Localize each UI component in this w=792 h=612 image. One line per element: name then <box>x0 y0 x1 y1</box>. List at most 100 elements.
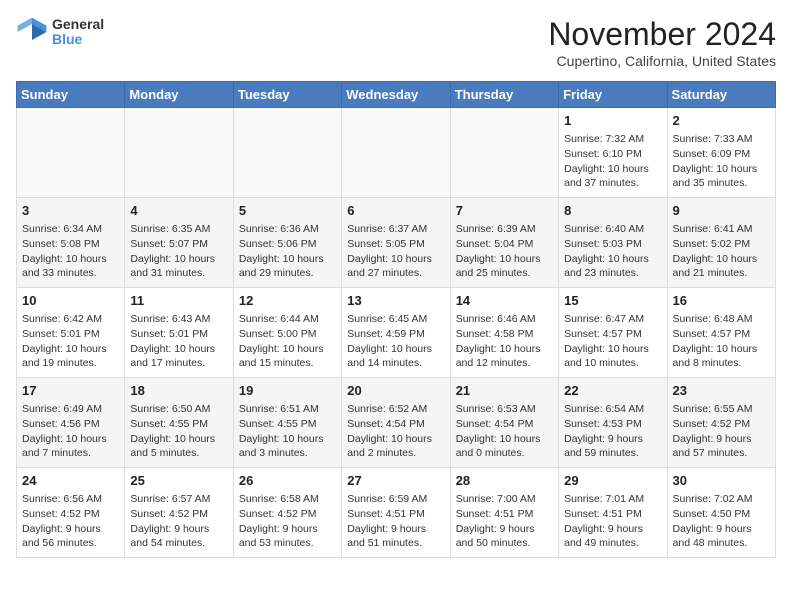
day-number: 16 <box>673 292 770 310</box>
calendar-cell: 12 Sunrise: 6:44 AM Sunset: 5:00 PM Dayli… <box>233 288 341 378</box>
day-number: 17 <box>22 382 119 400</box>
day-info: Sunrise: 6:47 AM Sunset: 4:57 PM Dayligh… <box>564 312 661 371</box>
day-number: 12 <box>239 292 336 310</box>
day-number: 4 <box>130 202 227 220</box>
title-block: November 2024 Cupertino, California, Uni… <box>548 16 776 69</box>
day-info: Sunrise: 6:37 AM Sunset: 5:05 PM Dayligh… <box>347 222 444 281</box>
day-number: 6 <box>347 202 444 220</box>
day-info: Sunrise: 6:50 AM Sunset: 4:55 PM Dayligh… <box>130 402 227 461</box>
day-info: Sunrise: 6:43 AM Sunset: 5:01 PM Dayligh… <box>130 312 227 371</box>
location: Cupertino, California, United States <box>548 53 776 69</box>
day-info: Sunrise: 7:02 AM Sunset: 4:50 PM Dayligh… <box>673 492 770 551</box>
logo-icon <box>16 16 48 48</box>
day-number: 27 <box>347 472 444 490</box>
calendar-cell: 24 Sunrise: 6:56 AM Sunset: 4:52 PM Dayli… <box>17 468 125 558</box>
calendar-cell: 17 Sunrise: 6:49 AM Sunset: 4:56 PM Dayli… <box>17 378 125 468</box>
day-number: 7 <box>456 202 553 220</box>
calendar-week-row: 3Sunrise: 6:34 AM Sunset: 5:08 PM Daylig… <box>17 198 776 288</box>
day-number: 10 <box>22 292 119 310</box>
month-title: November 2024 <box>548 16 776 53</box>
day-info: Sunrise: 7:32 AM Sunset: 6:10 PM Dayligh… <box>564 132 661 191</box>
day-number: 1 <box>564 112 661 130</box>
day-number: 22 <box>564 382 661 400</box>
calendar-cell: 29 Sunrise: 7:01 AM Sunset: 4:51 PM Dayli… <box>559 468 667 558</box>
day-info: Sunrise: 6:55 AM Sunset: 4:52 PM Dayligh… <box>673 402 770 461</box>
weekday-header-friday: Friday <box>559 82 667 108</box>
calendar-cell: 3Sunrise: 6:34 AM Sunset: 5:08 PM Daylig… <box>17 198 125 288</box>
day-number: 28 <box>456 472 553 490</box>
calendar-cell: 8 Sunrise: 6:40 AM Sunset: 5:03 PM Daylig… <box>559 198 667 288</box>
weekday-header-tuesday: Tuesday <box>233 82 341 108</box>
day-number: 29 <box>564 472 661 490</box>
day-info: Sunrise: 6:35 AM Sunset: 5:07 PM Dayligh… <box>130 222 227 281</box>
logo-blue-text: Blue <box>52 32 104 47</box>
calendar-cell: 22 Sunrise: 6:54 AM Sunset: 4:53 PM Dayli… <box>559 378 667 468</box>
weekday-header-monday: Monday <box>125 82 233 108</box>
logo: General Blue <box>16 16 104 48</box>
day-info: Sunrise: 6:52 AM Sunset: 4:54 PM Dayligh… <box>347 402 444 461</box>
day-info: Sunrise: 6:45 AM Sunset: 4:59 PM Dayligh… <box>347 312 444 371</box>
calendar-cell <box>450 108 558 198</box>
calendar-cell: 21 Sunrise: 6:53 AM Sunset: 4:54 PM Dayli… <box>450 378 558 468</box>
day-info: Sunrise: 6:57 AM Sunset: 4:52 PM Dayligh… <box>130 492 227 551</box>
day-info: Sunrise: 6:48 AM Sunset: 4:57 PM Dayligh… <box>673 312 770 371</box>
day-info: Sunrise: 6:34 AM Sunset: 5:08 PM Dayligh… <box>22 222 119 281</box>
calendar-cell <box>233 108 341 198</box>
calendar-cell: 4 Sunrise: 6:35 AM Sunset: 5:07 PM Daylig… <box>125 198 233 288</box>
day-number: 24 <box>22 472 119 490</box>
calendar-table: SundayMondayTuesdayWednesdayThursdayFrid… <box>16 81 776 558</box>
day-info: Sunrise: 7:01 AM Sunset: 4:51 PM Dayligh… <box>564 492 661 551</box>
day-number: 13 <box>347 292 444 310</box>
calendar-cell: 9 Sunrise: 6:41 AM Sunset: 5:02 PM Daylig… <box>667 198 775 288</box>
calendar-cell <box>125 108 233 198</box>
day-number: 23 <box>673 382 770 400</box>
day-number: 2 <box>673 112 770 130</box>
day-number: 9 <box>673 202 770 220</box>
calendar-cell: 7 Sunrise: 6:39 AM Sunset: 5:04 PM Daylig… <box>450 198 558 288</box>
day-info: Sunrise: 6:59 AM Sunset: 4:51 PM Dayligh… <box>347 492 444 551</box>
calendar-cell: 5Sunrise: 6:36 AM Sunset: 5:06 PM Daylig… <box>233 198 341 288</box>
calendar-cell: 30 Sunrise: 7:02 AM Sunset: 4:50 PM Dayli… <box>667 468 775 558</box>
day-info: Sunrise: 6:49 AM Sunset: 4:56 PM Dayligh… <box>22 402 119 461</box>
weekday-header-saturday: Saturday <box>667 82 775 108</box>
day-number: 21 <box>456 382 553 400</box>
calendar-cell: 11 Sunrise: 6:43 AM Sunset: 5:01 PM Dayli… <box>125 288 233 378</box>
day-info: Sunrise: 7:33 AM Sunset: 6:09 PM Dayligh… <box>673 132 770 191</box>
calendar-cell: 19Sunrise: 6:51 AM Sunset: 4:55 PM Dayli… <box>233 378 341 468</box>
day-number: 20 <box>347 382 444 400</box>
logo-text: General Blue <box>52 17 104 48</box>
day-number: 26 <box>239 472 336 490</box>
calendar-cell: 2 Sunrise: 7:33 AM Sunset: 6:09 PM Daylig… <box>667 108 775 198</box>
calendar-cell <box>17 108 125 198</box>
day-info: Sunrise: 6:56 AM Sunset: 4:52 PM Dayligh… <box>22 492 119 551</box>
day-info: Sunrise: 6:54 AM Sunset: 4:53 PM Dayligh… <box>564 402 661 461</box>
calendar-week-row: 17 Sunrise: 6:49 AM Sunset: 4:56 PM Dayli… <box>17 378 776 468</box>
day-info: Sunrise: 6:44 AM Sunset: 5:00 PM Dayligh… <box>239 312 336 371</box>
calendar-cell: 10 Sunrise: 6:42 AM Sunset: 5:01 PM Dayli… <box>17 288 125 378</box>
calendar-week-row: 10 Sunrise: 6:42 AM Sunset: 5:01 PM Dayli… <box>17 288 776 378</box>
day-number: 30 <box>673 472 770 490</box>
calendar-cell: 13 Sunrise: 6:45 AM Sunset: 4:59 PM Dayli… <box>342 288 450 378</box>
day-info: Sunrise: 6:40 AM Sunset: 5:03 PM Dayligh… <box>564 222 661 281</box>
calendar-cell: 20 Sunrise: 6:52 AM Sunset: 4:54 PM Dayli… <box>342 378 450 468</box>
day-number: 8 <box>564 202 661 220</box>
day-number: 11 <box>130 292 227 310</box>
day-number: 18 <box>130 382 227 400</box>
day-number: 19 <box>239 382 336 400</box>
calendar-cell: 14Sunrise: 6:46 AM Sunset: 4:58 PM Dayli… <box>450 288 558 378</box>
day-number: 15 <box>564 292 661 310</box>
calendar-week-row: 24 Sunrise: 6:56 AM Sunset: 4:52 PM Dayli… <box>17 468 776 558</box>
calendar-cell: 6 Sunrise: 6:37 AM Sunset: 5:05 PM Daylig… <box>342 198 450 288</box>
day-number: 14 <box>456 292 553 310</box>
day-info: Sunrise: 6:41 AM Sunset: 5:02 PM Dayligh… <box>673 222 770 281</box>
day-info: Sunrise: 6:42 AM Sunset: 5:01 PM Dayligh… <box>22 312 119 371</box>
calendar-cell: 25 Sunrise: 6:57 AM Sunset: 4:52 PM Dayli… <box>125 468 233 558</box>
day-number: 25 <box>130 472 227 490</box>
day-info: Sunrise: 6:39 AM Sunset: 5:04 PM Dayligh… <box>456 222 553 281</box>
day-info: Sunrise: 6:53 AM Sunset: 4:54 PM Dayligh… <box>456 402 553 461</box>
calendar-cell: 23 Sunrise: 6:55 AM Sunset: 4:52 PM Dayli… <box>667 378 775 468</box>
calendar-cell: 18 Sunrise: 6:50 AM Sunset: 4:55 PM Dayli… <box>125 378 233 468</box>
calendar-cell: 1 Sunrise: 7:32 AM Sunset: 6:10 PM Daylig… <box>559 108 667 198</box>
calendar-week-row: 1 Sunrise: 7:32 AM Sunset: 6:10 PM Daylig… <box>17 108 776 198</box>
calendar-cell: 28Sunrise: 7:00 AM Sunset: 4:51 PM Dayli… <box>450 468 558 558</box>
